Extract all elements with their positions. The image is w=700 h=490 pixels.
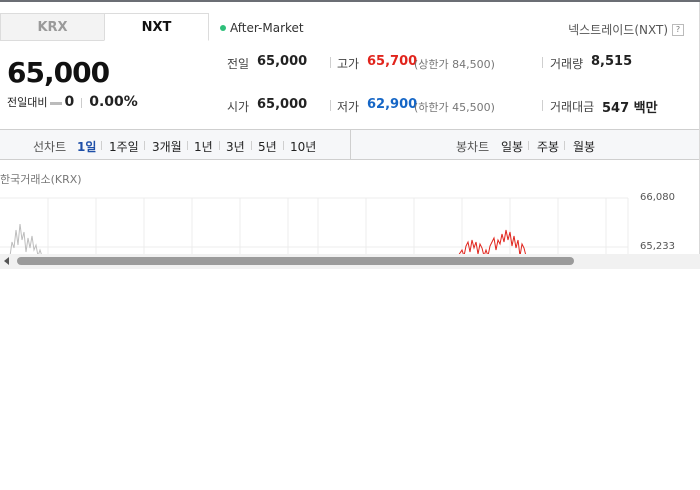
divider xyxy=(542,57,543,68)
price-line xyxy=(457,229,527,256)
chart-period-bar: 선차트 1일 1주일 3개월 1년 3년 5년 10년 봉차트 일봉 주봉 월봉 xyxy=(0,129,699,160)
horizontal-scrollbar[interactable] xyxy=(0,254,700,269)
chart-grid xyxy=(0,197,629,256)
low-label: 저가 xyxy=(337,100,360,114)
divider xyxy=(330,57,331,68)
amount-label: 거래대금 xyxy=(550,100,595,114)
candle-chart-title: 봉차트 xyxy=(456,140,490,154)
upper-limit: (상한가 84,500) xyxy=(414,58,495,71)
high-label: 고가 xyxy=(337,57,360,71)
intraday-chart xyxy=(0,197,629,256)
period-1d[interactable]: 1일 xyxy=(77,138,96,155)
amount-value: 547 백만 xyxy=(602,101,658,116)
divider xyxy=(81,98,83,108)
lower-limit: (하한가 45,500) xyxy=(414,101,495,114)
question-icon[interactable]: ? xyxy=(672,23,684,36)
volume-label: 거래량 xyxy=(550,57,584,71)
divider xyxy=(283,141,284,150)
period-daily[interactable]: 일봉 xyxy=(501,138,523,155)
price-change: 전일대비 0 0.00% xyxy=(7,94,138,110)
tab-nxt[interactable]: NXT xyxy=(104,13,209,41)
flat-change-icon xyxy=(50,101,63,105)
low-value: 62,900 xyxy=(367,97,418,112)
period-1y[interactable]: 1년 xyxy=(194,138,213,155)
divider xyxy=(101,141,102,150)
current-price: 65,000 xyxy=(7,56,110,89)
exchange-label: 한국거래소(KRX) xyxy=(0,173,82,186)
volume-value: 8,515 xyxy=(591,54,633,69)
divider xyxy=(350,130,351,159)
period-weekly[interactable]: 주봉 xyxy=(537,138,559,155)
change-rate: 0.00% xyxy=(89,94,138,110)
scroll-left-icon[interactable] xyxy=(4,257,9,265)
prev-close-value: 65,000 xyxy=(257,54,308,69)
period-3m[interactable]: 3개월 xyxy=(152,138,182,155)
prev-close-label: 전일 xyxy=(227,57,250,71)
session-status: After-Market xyxy=(220,21,304,35)
period-10y[interactable]: 10년 xyxy=(290,138,316,155)
stock-quote-panel: KRX NXT After-Market 넥스트레이드(NXT)? 65,000… xyxy=(0,2,700,256)
open-label: 시가 xyxy=(227,100,250,114)
divider xyxy=(251,141,252,150)
divider xyxy=(330,100,331,111)
divider xyxy=(528,141,529,150)
divider xyxy=(542,100,543,111)
period-3y[interactable]: 3년 xyxy=(226,138,245,155)
high-value: 65,700 xyxy=(367,54,418,69)
period-1w[interactable]: 1주일 xyxy=(109,138,139,155)
divider xyxy=(144,141,145,150)
session-label: After-Market xyxy=(230,21,304,35)
line-chart-title: 선차트 xyxy=(33,140,67,154)
period-monthly[interactable]: 월봉 xyxy=(573,138,595,155)
tab-krx[interactable]: KRX xyxy=(0,13,105,41)
divider xyxy=(187,141,188,150)
period-5y[interactable]: 5년 xyxy=(258,138,277,155)
y-tick-label: 65,233 xyxy=(640,241,675,252)
divider xyxy=(219,141,220,150)
y-tick-label: 66,080 xyxy=(640,192,675,203)
pre-market-line xyxy=(9,223,43,256)
change-label: 전일대비 xyxy=(7,96,48,109)
status-dot-icon xyxy=(220,24,226,31)
open-value: 65,000 xyxy=(257,97,308,112)
scrollbar-thumb[interactable] xyxy=(17,257,574,265)
nxt-link-label: 넥스트레이드(NXT) xyxy=(568,23,668,37)
nxt-info-link[interactable]: 넥스트레이드(NXT)? xyxy=(568,21,684,38)
divider xyxy=(564,141,565,150)
change-value: 0 xyxy=(64,94,75,110)
